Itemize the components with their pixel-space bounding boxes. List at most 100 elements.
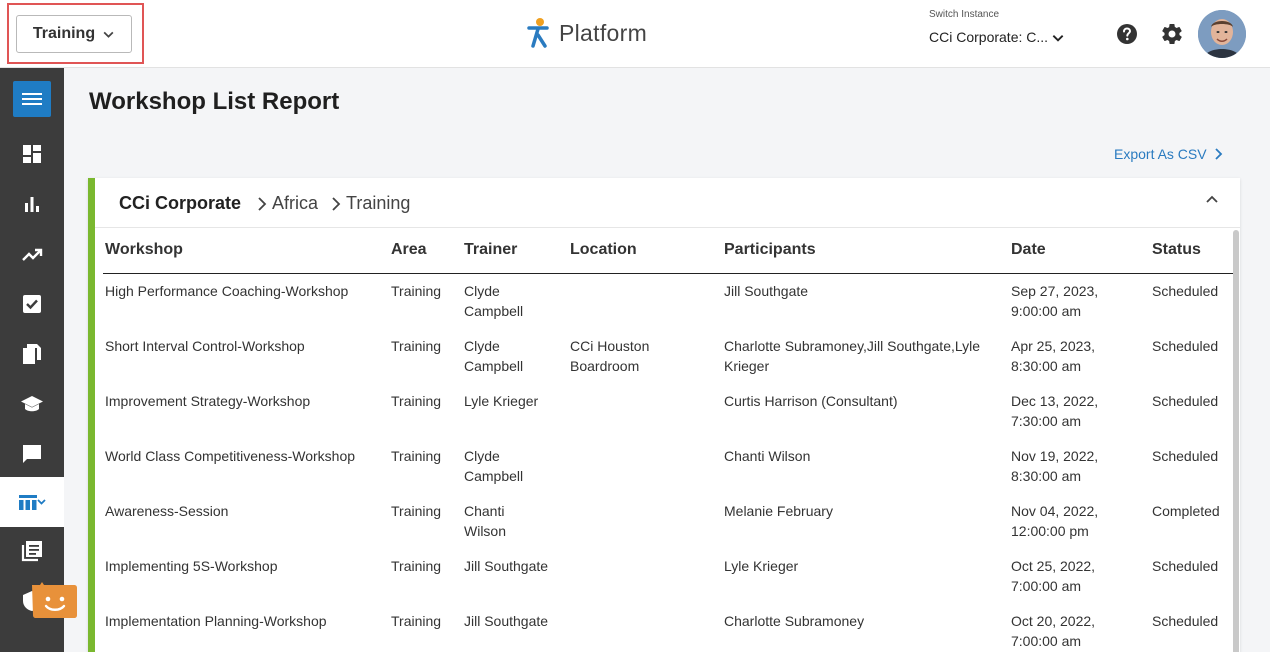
sidebar-item-messages[interactable] <box>0 429 64 479</box>
sidebar-item-reports[interactable] <box>0 179 64 229</box>
breadcrumb-root[interactable]: CCi Corporate <box>119 193 241 214</box>
cell-workshop: Improvement Strategy-Workshop <box>105 393 311 409</box>
cell-trainer-line: Campbell <box>464 468 524 484</box>
cell-date-line: Apr 25, 2023, <box>1011 338 1096 354</box>
cell-date: Nov 04, 2022, 12:00:00 pm <box>1011 501 1098 541</box>
cell-participants: Jill Southgate <box>724 281 808 301</box>
sidebar-item-news[interactable] <box>0 526 64 576</box>
page-title: Workshop List Report <box>89 88 340 115</box>
documents-icon <box>23 344 41 364</box>
sidebar-item-tasks[interactable] <box>0 279 64 329</box>
cell-trainer: Clyde Campbell <box>464 336 523 376</box>
column-header-area[interactable]: Area <box>391 241 427 259</box>
cell-date-line: 8:30:00 am <box>1011 468 1082 484</box>
cell-area: Training <box>391 338 442 354</box>
cell-date: Apr 25, 2023, 8:30:00 am <box>1011 336 1095 376</box>
cell-area: Training <box>391 393 442 409</box>
sidebar-item-trends[interactable] <box>0 229 64 279</box>
menu-button[interactable] <box>13 81 51 117</box>
cell-date-line: Nov 19, 2022, <box>1011 448 1099 464</box>
export-csv-link[interactable]: Export As CSV <box>1114 146 1223 162</box>
instance-dropdown-button[interactable]: Training <box>16 15 132 53</box>
column-header-date[interactable]: Date <box>1011 241 1046 259</box>
cell-status: Scheduled <box>1152 448 1219 464</box>
instance-dropdown-label: Training <box>32 25 96 42</box>
help-icon[interactable] <box>1116 23 1138 45</box>
bar-chart-icon <box>25 197 39 212</box>
column-header-trainer[interactable]: Trainer <box>464 241 517 259</box>
cell-workshop: Awareness-Session <box>105 503 229 519</box>
workshop-report-icon <box>19 495 46 510</box>
cell-trainer-line: Clyde <box>464 448 500 464</box>
cell-participants-line: Curtis Harrison (Consultant) <box>724 393 898 409</box>
cell-location-line: CCi Houston <box>570 338 650 354</box>
breadcrumb-item[interactable]: Training <box>346 193 410 214</box>
cell-area: Training <box>391 613 442 629</box>
chat-icon <box>23 445 41 463</box>
cell-participants-line: Chanti Wilson <box>724 448 811 464</box>
sidebar-item-documents[interactable] <box>0 329 64 379</box>
cell-date: Nov 19, 2022, 8:30:00 am <box>1011 446 1098 486</box>
checkbox-icon <box>23 295 41 313</box>
chevron-right-icon <box>332 197 341 211</box>
cell-trainer-line: Wilson <box>464 523 507 539</box>
column-header-participants[interactable]: Participants <box>724 241 816 259</box>
cell-trainer-line: Jill Southgate <box>464 613 549 629</box>
switch-instance-value[interactable]: CCi Corporate: C... <box>929 29 1048 45</box>
app-name: Platform <box>559 19 648 46</box>
cell-date-line: 7:00:00 am <box>1011 633 1082 649</box>
sidebar-item-dashboard[interactable] <box>0 129 64 179</box>
cell-date-line: Dec 13, 2022, <box>1011 393 1099 409</box>
logo-figure-icon <box>527 18 549 48</box>
cell-trainer: Jill Southgate <box>464 556 548 576</box>
chatbot-icon[interactable] <box>30 581 78 621</box>
scrollbar[interactable] <box>1233 230 1239 652</box>
sidebar <box>0 68 64 652</box>
cell-participants: Melanie February <box>724 501 833 521</box>
user-avatar[interactable] <box>1198 10 1246 58</box>
cell-trainer: Jill Southgate <box>464 611 548 631</box>
cell-date-line: Oct 25, 2022, <box>1011 558 1096 574</box>
sidebar-item-workshops[interactable] <box>0 477 64 527</box>
news-icon <box>21 541 42 562</box>
cell-date: Dec 13, 2022, 7:30:00 am <box>1011 391 1098 431</box>
top-bar: Training Platform Switch Instance CCi Co… <box>0 0 1270 68</box>
column-header-status[interactable]: Status <box>1152 241 1201 259</box>
cell-date-line: Oct 20, 2022, <box>1011 613 1096 629</box>
cell-participants-line: Jill Southgate <box>724 283 809 299</box>
card-header: CCi Corporate Africa Training <box>95 178 1240 228</box>
cell-workshop: High Performance Coaching-Workshop <box>105 283 349 299</box>
cell-area: Training <box>391 283 442 299</box>
chevron-down-icon <box>103 31 114 38</box>
cell-date-line: 8:30:00 am <box>1011 358 1082 374</box>
column-header-workshop[interactable]: Workshop <box>105 241 183 259</box>
cell-trainer: Clyde Campbell <box>464 281 523 321</box>
chevron-right-icon <box>1214 148 1222 160</box>
cell-date: Oct 20, 2022, 7:00:00 am <box>1011 611 1095 651</box>
cell-participants-line: Krieger <box>724 358 770 374</box>
app-logo: Platform <box>525 17 647 49</box>
breadcrumb-item[interactable]: Africa <box>272 193 318 214</box>
cell-status: Scheduled <box>1152 558 1219 574</box>
cell-participants: Lyle Krieger <box>724 556 798 576</box>
cell-workshop: World Class Competitiveness-Workshop <box>105 448 356 464</box>
gear-icon[interactable] <box>1160 22 1184 46</box>
cell-area: Training <box>391 448 442 464</box>
cell-participants-line: Charlotte Subramoney <box>724 613 865 629</box>
cell-participants-line: Charlotte Subramoney,Jill Southgate,Lyle <box>724 338 981 354</box>
cell-date-line: 7:30:00 am <box>1011 413 1082 429</box>
cell-date: Sep 27, 2023, 9:00:00 am <box>1011 281 1098 321</box>
cell-date: Oct 25, 2022, 7:00:00 am <box>1011 556 1095 596</box>
graduation-cap-icon <box>21 396 43 412</box>
chevron-down-icon[interactable] <box>1051 31 1065 45</box>
cell-status: Scheduled <box>1152 393 1219 409</box>
cell-trainer-line: Clyde <box>464 283 500 299</box>
cell-trainer-line: Chanti <box>464 503 505 519</box>
chevron-up-icon[interactable] <box>1205 193 1219 205</box>
sidebar-item-training[interactable] <box>0 379 64 429</box>
cell-trainer-line: Jill Southgate <box>464 558 549 574</box>
chevron-right-icon <box>258 197 267 211</box>
switch-instance-label: Switch Instance <box>929 9 1000 20</box>
cell-date-line: Sep 27, 2023, <box>1011 283 1099 299</box>
column-header-location[interactable]: Location <box>570 241 637 259</box>
